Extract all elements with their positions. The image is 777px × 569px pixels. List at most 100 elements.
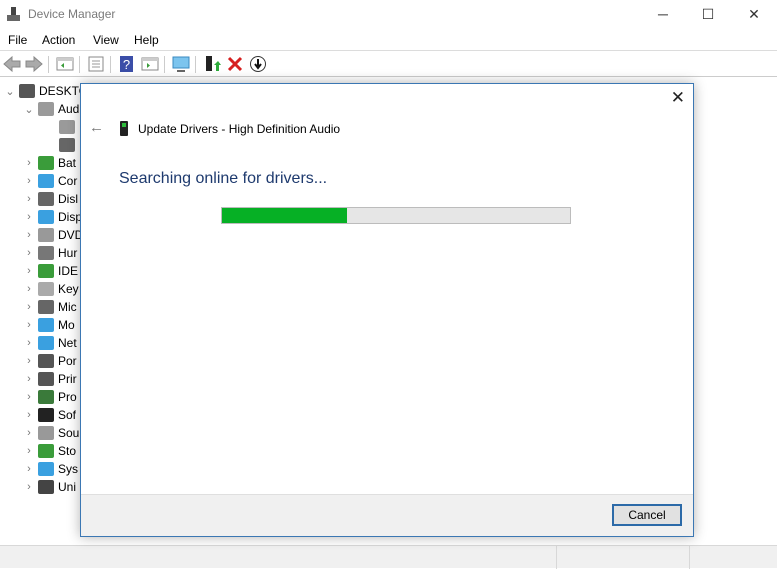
toolbar: ? (0, 52, 777, 77)
chevron-right-icon[interactable]: › (23, 337, 35, 349)
tree-item[interactable]: › Bat (23, 154, 76, 172)
chevron-right-icon[interactable]: › (23, 427, 35, 439)
menu-bar: File Action View Help (0, 29, 777, 51)
tree-item[interactable]: › Prir (23, 370, 77, 388)
close-button[interactable]: ✕ (731, 0, 777, 28)
tree-item-label: Sof (58, 408, 77, 422)
tree-item[interactable]: › Key (23, 280, 79, 298)
tree-item-label: Disl (58, 192, 78, 206)
status-bar (0, 545, 777, 569)
device-category-icon (38, 300, 54, 314)
chevron-right-icon[interactable]: › (23, 373, 35, 385)
tree-item[interactable] (44, 136, 79, 154)
tree-item[interactable] (44, 118, 79, 136)
device-category-icon (38, 462, 54, 476)
back-arrow-icon[interactable]: ← (89, 119, 104, 136)
window-title: Device Manager (28, 7, 116, 21)
tree-item-label: Pro (58, 390, 77, 404)
maximize-button[interactable]: ☐ (685, 0, 731, 28)
chevron-right-icon[interactable]: › (23, 265, 35, 277)
device-category-icon (59, 120, 75, 134)
title-bar: Device Manager ─ ☐ ✕ (0, 0, 777, 28)
tree-item-label: Disp (58, 210, 83, 224)
tree-item[interactable]: › Sou (23, 424, 79, 442)
tree-item[interactable]: › Sys (23, 460, 78, 478)
chevron-right-icon[interactable]: › (23, 463, 35, 475)
device-category-icon (38, 354, 54, 368)
tree-item[interactable]: › Sto (23, 442, 76, 460)
tree-item[interactable]: › Por (23, 352, 77, 370)
device-category-icon (38, 480, 54, 494)
chevron-right-icon[interactable]: › (23, 301, 35, 313)
tree-item[interactable]: › Disp (23, 208, 82, 226)
chevron-right-icon[interactable]: › (23, 445, 35, 457)
tree-item[interactable]: › Uni (23, 478, 76, 496)
help-icon[interactable]: ? (118, 55, 136, 73)
chevron-right-icon[interactable]: › (23, 355, 35, 367)
tree-item-label: Sto (58, 444, 77, 458)
menu-file[interactable]: File (8, 33, 27, 47)
progress-fill (222, 208, 348, 223)
cancel-button[interactable]: Cancel (612, 504, 682, 526)
status-heading: Searching online for drivers... (119, 170, 328, 187)
chevron-right-icon[interactable]: › (23, 409, 35, 421)
tree-item-label: Prir (58, 372, 77, 386)
device-category-icon (38, 390, 54, 404)
chevron-right-icon[interactable]: › (23, 283, 35, 295)
tree-item[interactable]: › Sof (23, 406, 76, 424)
update-driver-icon[interactable] (203, 55, 221, 73)
menu-view[interactable]: View (93, 33, 119, 47)
back-icon[interactable] (3, 55, 21, 73)
chevron-right-icon[interactable]: › (23, 175, 35, 187)
device-category-icon (38, 102, 54, 116)
device-category-icon (38, 228, 54, 242)
tree-item[interactable]: › Hur (23, 244, 77, 262)
tree-item[interactable]: › Mo (23, 316, 75, 334)
tree-item[interactable]: › Pro (23, 388, 77, 406)
disable-icon[interactable] (249, 55, 267, 73)
tree-item[interactable]: ⌄ Aud (23, 100, 79, 118)
tree-item[interactable]: › Disl (23, 190, 78, 208)
action-pane-icon[interactable] (141, 55, 159, 73)
dialog-close-button[interactable]: ✕ (671, 88, 685, 108)
device-category-icon (38, 282, 54, 296)
properties-icon[interactable] (87, 55, 105, 73)
chevron-down-icon[interactable]: ⌄ (4, 85, 16, 98)
tree-item[interactable]: › Cor (23, 172, 77, 190)
forward-icon[interactable] (25, 55, 43, 73)
tree-item[interactable]: › Net (23, 334, 77, 352)
show-hide-console-tree-icon[interactable] (56, 55, 74, 73)
tree-item-label: Aud (58, 102, 80, 116)
progress-bar (221, 207, 571, 224)
tree-item-label: Por (58, 354, 77, 368)
chevron-down-icon[interactable]: ⌄ (23, 103, 35, 116)
chevron-right-icon[interactable]: › (23, 391, 35, 403)
tree-item[interactable]: › DVD (23, 226, 83, 244)
tree-item-label: Sys (58, 462, 79, 476)
chevron-right-icon[interactable]: › (23, 229, 35, 241)
chevron-right-icon[interactable]: › (23, 481, 35, 493)
tree-item-label: IDE (58, 264, 79, 278)
chevron-right-icon[interactable]: › (23, 157, 35, 169)
tree-item[interactable]: › Mic (23, 298, 77, 316)
menu-help[interactable]: Help (134, 33, 159, 47)
device-manager-icon (7, 7, 20, 21)
tree-item-label: Sou (58, 426, 80, 440)
minimize-button[interactable]: ─ (640, 0, 686, 28)
device-category-icon (38, 264, 54, 278)
chevron-right-icon[interactable]: › (23, 247, 35, 259)
chevron-right-icon[interactable]: › (23, 193, 35, 205)
device-category-icon (38, 408, 54, 422)
tree-item-label: Bat (58, 156, 77, 170)
chevron-right-icon[interactable]: › (23, 319, 35, 331)
scan-hardware-icon[interactable] (172, 55, 190, 73)
tree-root[interactable]: ⌄ DESKTO (4, 82, 88, 100)
tree-item[interactable]: › IDE (23, 262, 78, 280)
tree-item-label: Mic (58, 300, 77, 314)
uninstall-icon[interactable] (226, 55, 244, 73)
menu-action[interactable]: Action (42, 33, 75, 47)
svg-text:?: ? (123, 57, 130, 72)
tree-item-label: Cor (58, 174, 78, 188)
chevron-right-icon[interactable]: › (23, 211, 35, 223)
tree-item-label: Hur (58, 246, 78, 260)
